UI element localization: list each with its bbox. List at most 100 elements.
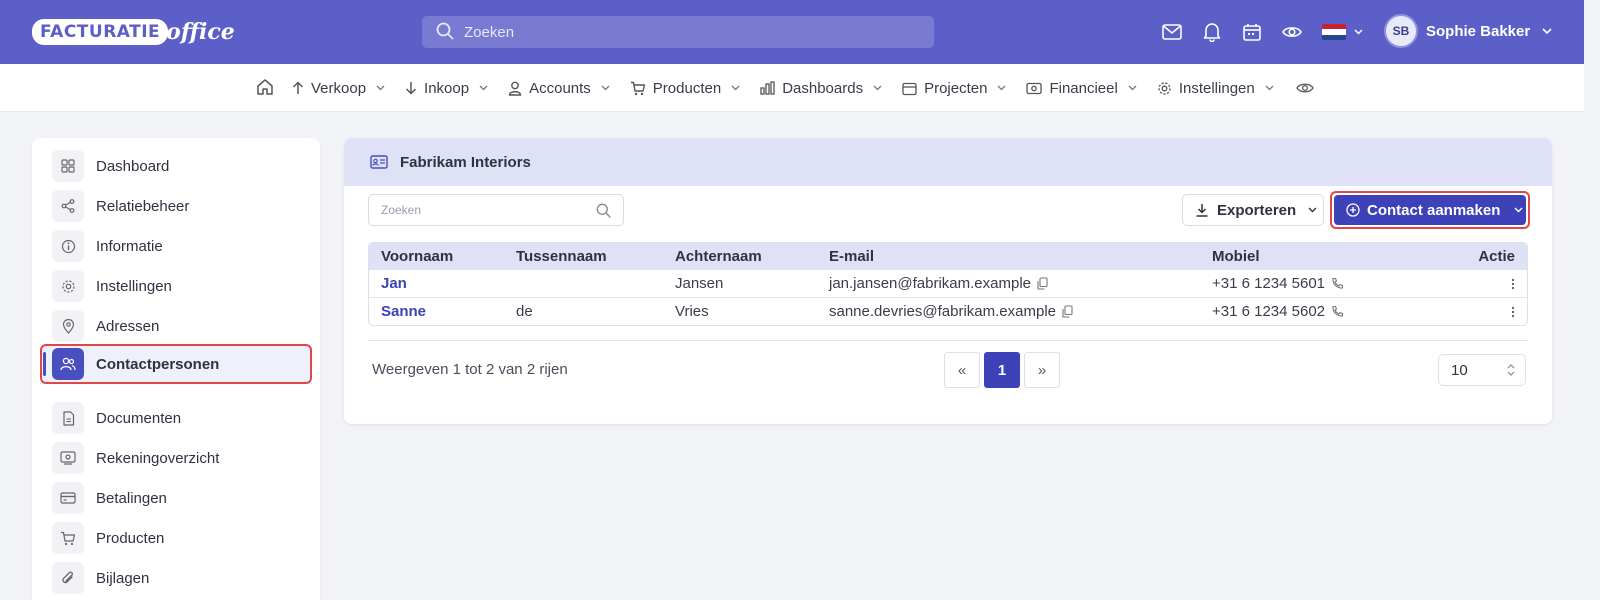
pagination-prev-button[interactable]: « [944,352,980,388]
mobile-cell: +31 6 1234 5601 [1212,275,1344,292]
nav-label: Accounts [529,79,591,97]
sidebar-item-rekeningoverzicht[interactable]: Rekeningoverzicht [40,438,312,478]
email-value: jan.jansen@fabrikam.example [829,275,1031,292]
mobile-value: +31 6 1234 5602 [1212,303,1326,320]
column-header-tussennaam[interactable]: Tussennaam [516,248,607,265]
nav-label: Financieel [1049,79,1118,97]
create-contact-label: Contact aanmaken [1367,201,1501,219]
table-search-input[interactable] [381,203,581,217]
card-title: Fabrikam Interiors [400,153,531,171]
cart-icon [630,81,646,96]
nav-instellingen[interactable]: Instellingen [1157,80,1274,97]
sidebar-item-adressen[interactable]: Adressen [40,306,312,346]
copy-icon[interactable] [1037,277,1048,290]
sidebar-item-bijlagen[interactable]: Bijlagen [40,558,312,598]
column-header-achternaam[interactable]: Achternaam [675,248,762,265]
eye-icon[interactable] [1295,82,1314,94]
sidebar-item-documenten[interactable]: Documenten [40,398,312,438]
nav-accounts[interactable]: Accounts [508,80,610,97]
plus-circle-icon [1346,203,1360,217]
table-search[interactable] [368,194,624,226]
first-name-link[interactable]: Sanne [381,303,426,320]
sidebar-item-label: Betalingen [96,489,167,507]
sidebar-item-betalingen[interactable]: Betalingen [40,478,312,518]
nav-label: Inkoop [424,79,470,97]
nav-label: Verkoop [311,79,367,97]
users-icon [52,348,84,380]
sidebar-item-instellingen[interactable]: Instellingen [40,266,312,306]
sidebar-item-label: Bijlagen [96,569,150,587]
logo-word: FACTURATIE [32,19,169,45]
pagination-next-button[interactable]: » [1024,352,1060,388]
user-menu[interactable]: SB Sophie Bakker [1384,14,1552,48]
top-bar: FACTURATIE office SB Sop [0,0,1584,64]
money-icon [1026,82,1043,95]
logo[interactable]: FACTURATIE office [32,14,235,50]
nav-producten[interactable]: Producten [630,80,740,97]
first-name-link[interactable]: Jan [381,275,407,292]
sidebar-item-relatiebeheer[interactable]: Relatiebeheer [40,186,312,226]
nav-label: Projecten [924,79,988,97]
nav-financieel[interactable]: Financieel [1026,79,1137,97]
export-button[interactable]: Exporteren [1182,194,1324,226]
nav-verkoop[interactable]: Verkoop [292,80,385,97]
grid-icon [52,150,84,182]
sidebar-item-label: Rekeningoverzicht [96,449,220,467]
column-header-voornaam[interactable]: Voornaam [381,248,453,265]
column-header-email[interactable]: E-mail [829,248,874,265]
id-card-icon [370,155,388,169]
pagination-page-button[interactable]: 1 [984,352,1020,388]
eye-icon[interactable] [1280,20,1304,44]
chevron-down-icon [1542,28,1552,34]
mail-icon[interactable] [1160,20,1184,44]
flag-nl-icon [1321,24,1346,40]
account-statement-icon [52,442,84,474]
share-icon [52,190,84,222]
chevron-down-icon [1308,207,1317,213]
nav-projecten[interactable]: Projecten [902,80,1006,97]
card-header: Fabrikam Interiors [344,138,1552,186]
map-pin-icon [52,310,84,342]
sidebar-item-label: Relatiebeheer [96,197,190,215]
sidebar-item-informatie[interactable]: Informatie [40,226,312,266]
global-search-input[interactable] [464,23,904,41]
user-name: Sophie Bakker [1426,22,1531,40]
info-icon [52,230,84,262]
sidebar-item-label: Instellingen [96,277,172,295]
divider [368,340,1528,341]
phone-icon[interactable] [1331,305,1344,318]
pagination: « 1 » [944,352,1064,388]
chevron-down-icon [601,85,610,91]
column-header-actie: Actie [1478,247,1515,265]
sidebar-item-dashboard[interactable]: Dashboard [40,146,312,186]
column-header-mobiel[interactable]: Mobiel [1212,248,1260,265]
chevron-down-icon [479,85,488,91]
nav-label: Dashboards [782,79,864,97]
create-contact-button[interactable]: Contact aanmaken [1334,195,1526,225]
row-actions-kebab-icon[interactable] [1511,306,1515,318]
logo-suffix: office [166,19,235,45]
nav-dashboards[interactable]: Dashboards [760,80,882,97]
calendar-icon [902,81,917,96]
home-icon[interactable] [256,78,274,99]
bell-icon[interactable] [1200,20,1224,44]
table-row[interactable]: Sanne de Vries sanne.devries@fabrikam.ex… [369,297,1527,325]
credit-card-icon [52,482,84,514]
global-search[interactable] [422,16,934,48]
contacts-card: Fabrikam Interiors Exporteren Contact aa… [344,138,1552,424]
nav-inkoop[interactable]: Inkoop [405,80,488,97]
arrow-up-icon [292,81,304,95]
page-size-select[interactable]: 10 [1438,354,1526,386]
email-cell: jan.jansen@fabrikam.example [829,275,1048,292]
row-actions-kebab-icon[interactable] [1511,278,1515,290]
sidebar-item-label: Informatie [96,237,163,255]
sidebar-item-producten[interactable]: Producten [40,518,312,558]
table-row[interactable]: Jan Jansen jan.jansen@fabrikam.example +… [369,269,1527,297]
user-icon [508,81,522,96]
phone-icon[interactable] [1331,277,1344,290]
sidebar-item-label: Dashboard [96,157,170,175]
calendar-icon[interactable] [1240,20,1264,44]
copy-icon[interactable] [1062,305,1073,318]
language-selector[interactable] [1320,20,1364,44]
sidebar-item-contactpersonen[interactable]: Contactpersonen [40,344,312,384]
